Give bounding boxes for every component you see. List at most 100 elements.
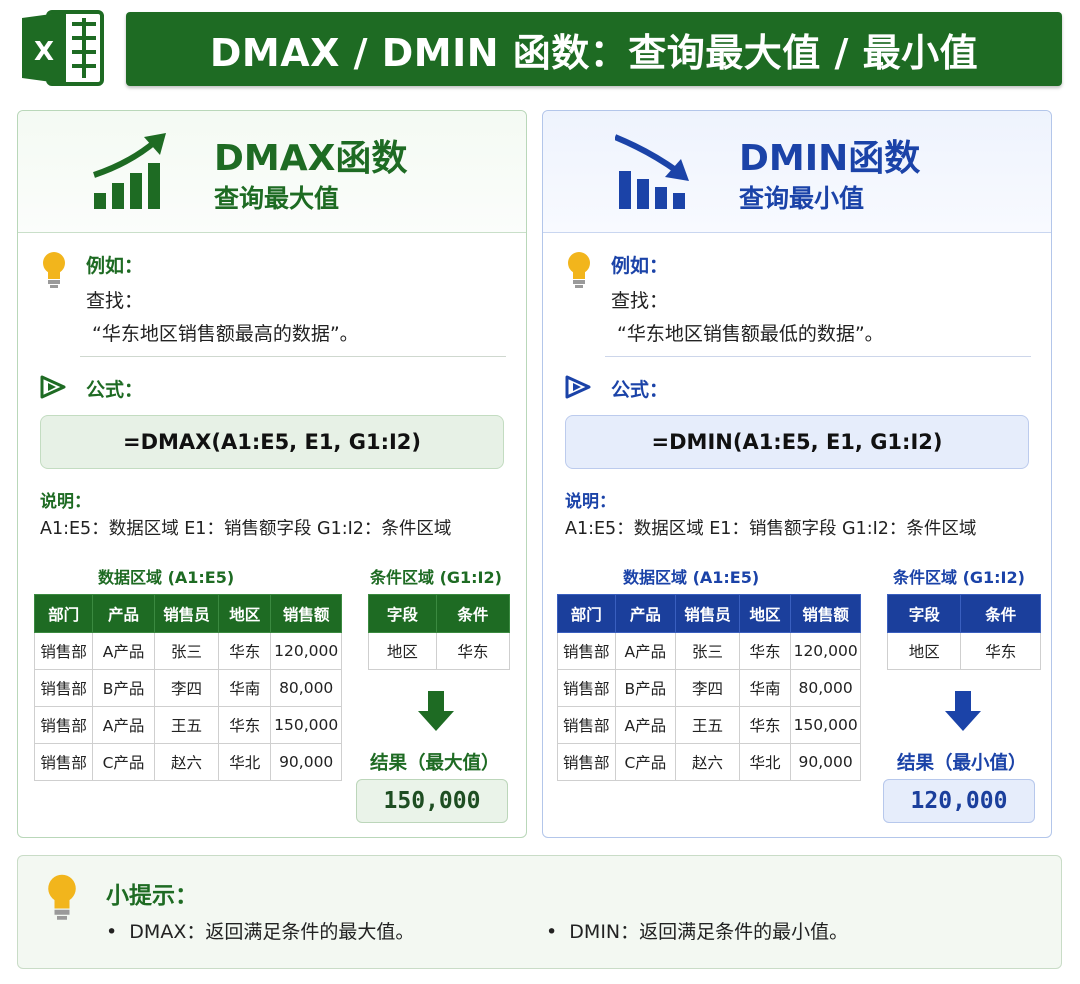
dmax-data-caption: 数据区域 (A1:E5) — [98, 568, 235, 587]
dmin-example-label: 例如： — [611, 255, 669, 277]
dmax-explain-label: 说明： — [40, 492, 91, 512]
table-cell: 90,000 — [270, 743, 342, 781]
dmax-subtitle: 查询最大值 — [214, 184, 340, 213]
table-cell: A产品 — [614, 632, 677, 670]
table-cell: 李四 — [153, 669, 220, 707]
table-header-row: 字段 条件 — [886, 594, 1041, 633]
table-cell: 华东 — [738, 706, 792, 744]
dmin-explain-text: A1:E5：数据区域 E1：销售额字段 G1:I2：条件区域 — [565, 519, 977, 539]
table-cell: C产品 — [614, 743, 677, 781]
tip-box — [17, 855, 1062, 969]
table-cell: 华南 — [738, 669, 792, 707]
dmin-formula-box: =DMIN(A1:E5, E1, G1:I2) — [565, 415, 1029, 469]
table-cell: 张三 — [153, 632, 220, 670]
dmax-example-line2: “华东地区销售额最高的数据”。 — [92, 323, 359, 345]
table-header-row: 部门 产品 销售员 地区 销售额 — [557, 594, 861, 633]
dmax-example-line1: 查找： — [86, 290, 144, 312]
column-header: 销售员 — [675, 594, 740, 633]
column-header: 销售员 — [153, 594, 220, 633]
table-row: 地区 华东 — [886, 632, 1041, 670]
table-cell: B产品 — [614, 669, 677, 707]
dmax-title: DMAX函数 — [214, 138, 408, 179]
dmin-formula-label: 公式： — [611, 379, 669, 401]
table-cell: 90,000 — [790, 743, 861, 781]
table-cell: 销售部 — [557, 632, 616, 670]
decline-chart-icon — [615, 134, 689, 209]
table-cell: 销售部 — [33, 706, 94, 744]
dmin-criteria-table: 字段 条件 地区 华东 — [886, 594, 1041, 670]
svg-text:X: X — [34, 37, 54, 67]
table-cell: 80,000 — [790, 669, 861, 707]
dmax-explain-text: A1:E5：数据区域 E1：销售额字段 G1:I2：条件区域 — [40, 519, 452, 539]
dmin-panel: DMIN函数 查询最小值 例如： 查找： “华东地区销售额最低的数据”。 公式：… — [542, 110, 1052, 838]
column-header: 销售额 — [270, 594, 342, 633]
page-title: DMAX / DMIN 函数：查询最大值 / 最小值 — [126, 12, 1062, 86]
dmax-panel-header: DMAX函数 查询最大值 — [18, 111, 526, 233]
dmin-explain-label: 说明： — [565, 492, 616, 512]
dmax-data-table: 部门 产品 销售员 地区 销售额 销售部 A产品 张三 华东 120,000 销售部 B产品 李四 华南 8… — [33, 594, 342, 781]
table-cell: 120,000 — [790, 632, 861, 670]
table-row: 销售部 C产品 赵六 华北 90,000 — [557, 743, 861, 781]
column-header: 产品 — [614, 594, 677, 633]
lightbulb-icon — [48, 874, 76, 920]
column-header: 地区 — [738, 594, 792, 633]
table-cell: C产品 — [92, 743, 155, 781]
table-cell: 赵六 — [675, 743, 740, 781]
column-header: 产品 — [92, 594, 155, 633]
table-cell: 销售部 — [557, 706, 616, 744]
dmin-result-label: 结果（最小值） — [897, 753, 1027, 774]
table-cell: A产品 — [614, 706, 677, 744]
column-header: 条件 — [435, 594, 511, 633]
dmax-formula-label: 公式： — [86, 379, 144, 401]
table-row: 销售部 A产品 张三 华东 120,000 — [33, 632, 342, 670]
table-cell: 华东 — [218, 632, 272, 670]
dmin-panel-header: DMIN函数 查询最小值 — [543, 111, 1051, 233]
play-icon — [565, 375, 591, 399]
table-cell: 王五 — [153, 706, 220, 744]
table-cell: A产品 — [92, 632, 155, 670]
table-cell: 赵六 — [153, 743, 220, 781]
dmax-formula-box: =DMAX(A1:E5, E1, G1:I2) — [40, 415, 504, 469]
table-cell: 150,000 — [270, 706, 342, 744]
table-cell: 华北 — [218, 743, 272, 781]
dmax-criteria-caption: 条件区域 (G1:I2) — [370, 568, 502, 587]
table-cell: 张三 — [675, 632, 740, 670]
column-header: 销售额 — [790, 594, 861, 633]
table-cell: 销售部 — [33, 632, 94, 670]
lightbulb-icon — [568, 252, 590, 288]
table-cell: 120,000 — [270, 632, 342, 670]
column-header: 地区 — [218, 594, 272, 633]
tip-item-dmin: • DMIN：返回满足条件的最小值。 — [546, 921, 849, 943]
dmin-example-line2: “华东地区销售额最低的数据”。 — [617, 323, 884, 345]
column-header: 字段 — [886, 594, 962, 633]
table-cell: B产品 — [92, 669, 155, 707]
growth-chart-icon — [93, 133, 166, 209]
dmax-panel: DMAX函数 查询最大值 例如： 查找： “华东地区销售额最高的数据”。 公式：… — [17, 110, 527, 838]
table-cell: 华东 — [218, 706, 272, 744]
table-cell: 地区 — [368, 632, 437, 670]
dmin-result-value: 120,000 — [883, 779, 1035, 823]
table-row: 销售部 A产品 王五 华东 150,000 — [33, 706, 342, 744]
table-row: 销售部 B产品 李四 华南 80,000 — [33, 669, 342, 707]
table-row: 销售部 C产品 赵六 华北 90,000 — [33, 743, 342, 781]
dmin-criteria-caption: 条件区域 (G1:I2) — [893, 568, 1025, 587]
table-row: 销售部 A产品 张三 华东 120,000 — [557, 632, 861, 670]
tip-item-text: DMAX：返回满足条件的最大值。 — [129, 921, 415, 943]
table-cell: 华东 — [435, 632, 511, 670]
table-row: 销售部 A产品 王五 华东 150,000 — [557, 706, 861, 744]
dmin-data-table: 部门 产品 销售员 地区 销售额 销售部 A产品 张三 华东 120,000 销售部 B产品 李四 华南 8… — [557, 594, 861, 781]
down-arrow-icon — [418, 691, 454, 731]
column-header: 部门 — [557, 594, 616, 633]
dmin-data-caption: 数据区域 (A1:E5) — [623, 568, 760, 587]
divider — [605, 356, 1031, 357]
table-cell: 华东 — [738, 632, 792, 670]
tip-title: 小提示： — [106, 883, 198, 909]
dmin-example-line1: 查找： — [611, 290, 669, 312]
dmax-example-label: 例如： — [86, 255, 144, 277]
tip-item-dmax: • DMAX：返回满足条件的最大值。 — [106, 921, 415, 943]
table-row: 销售部 B产品 李四 华南 80,000 — [557, 669, 861, 707]
table-cell: 销售部 — [557, 743, 616, 781]
dmin-subtitle: 查询最小值 — [739, 184, 865, 213]
table-cell: 地区 — [886, 632, 962, 670]
tip-item-text: DMIN：返回满足条件的最小值。 — [569, 921, 849, 943]
